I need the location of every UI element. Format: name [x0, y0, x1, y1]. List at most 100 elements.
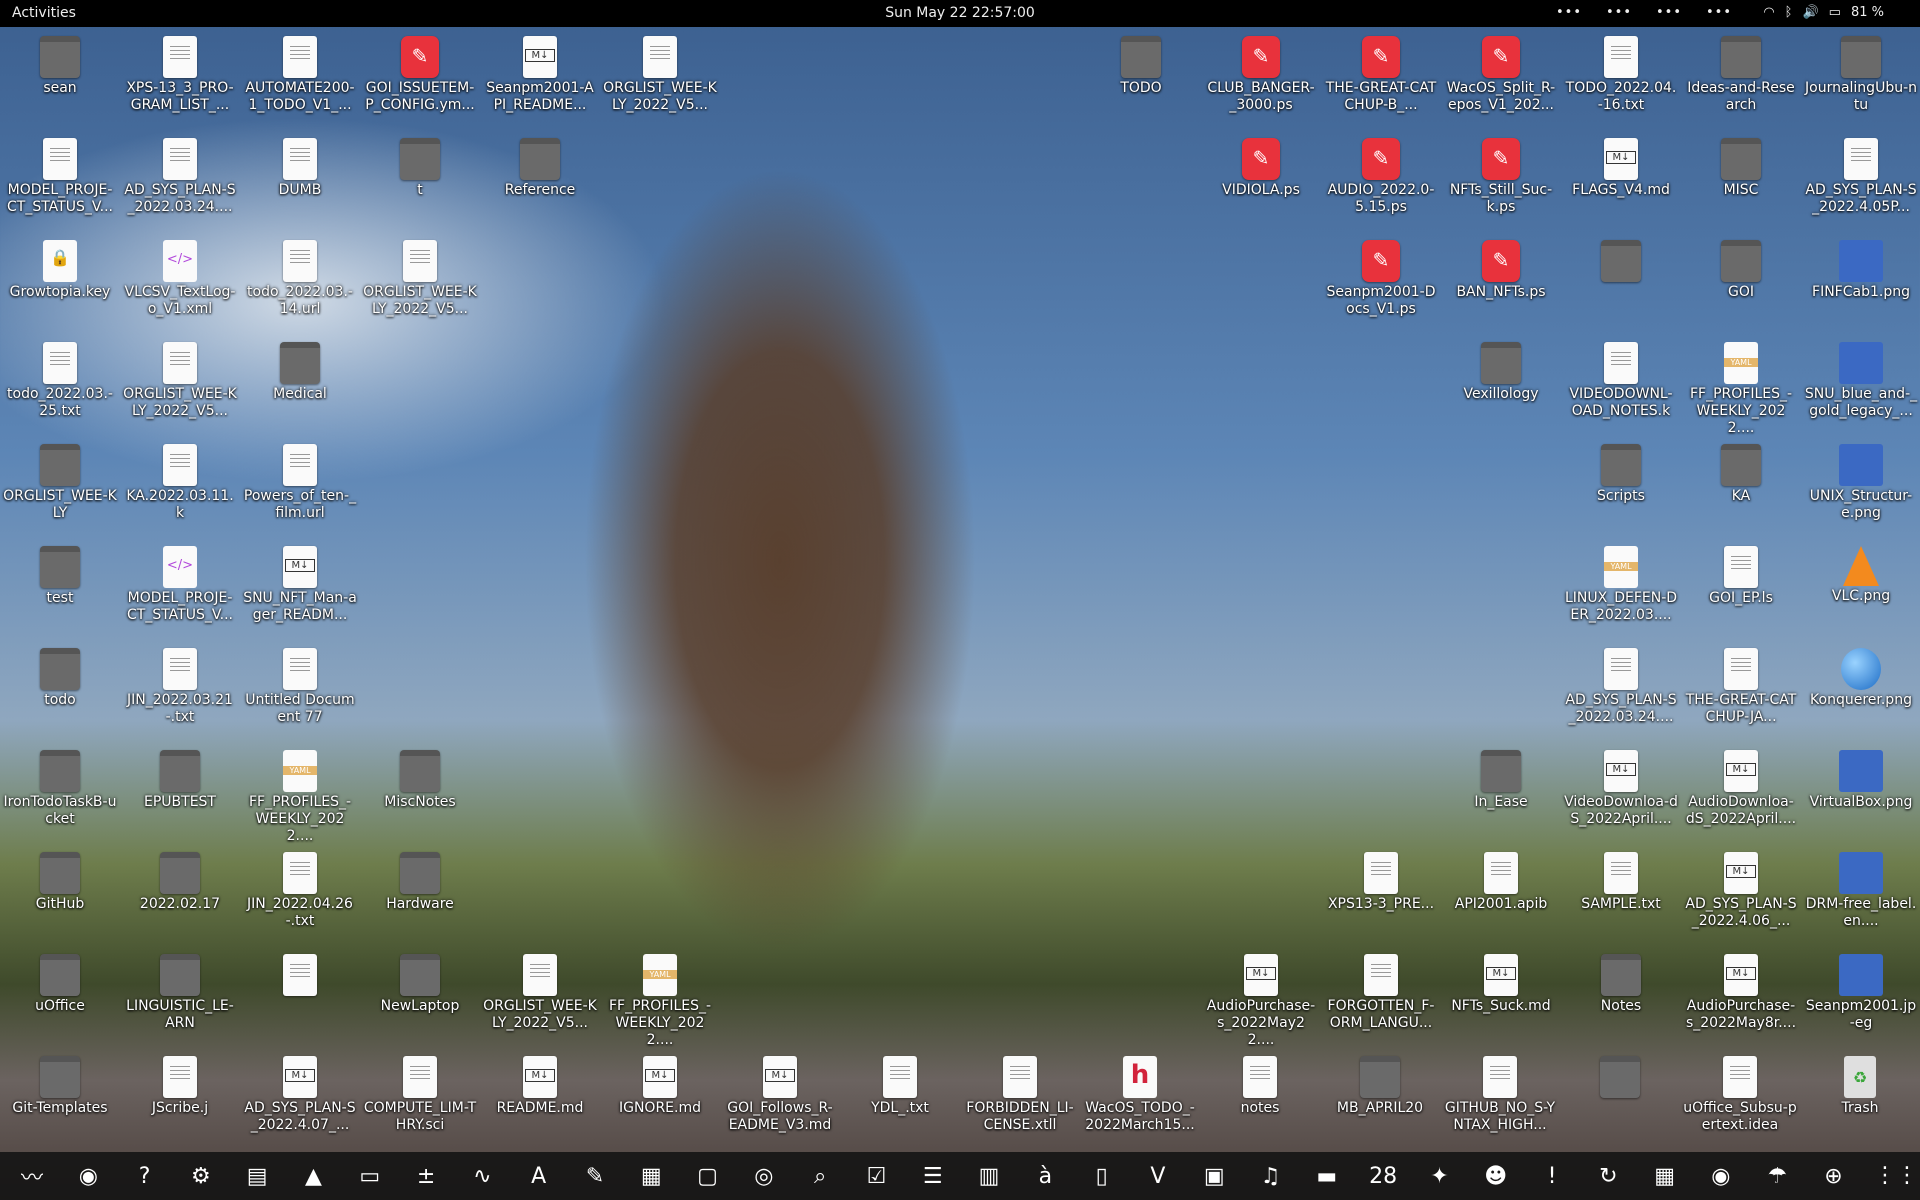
desktop-icon[interactable]: notes: [1203, 1050, 1317, 1117]
desktop-icon[interactable]: VLC.png: [1804, 540, 1918, 605]
desktop-icon[interactable]: Konquerer.png: [1804, 642, 1918, 709]
desktop-icon[interactable]: AD_SYS_PLAN-S_2022.4.06_...: [1684, 846, 1798, 930]
desktop-icon[interactable]: sean: [3, 30, 117, 97]
screenshot-icon[interactable]: ▣: [1190, 1154, 1238, 1198]
calculator-icon[interactable]: ±: [402, 1154, 450, 1198]
files-icon[interactable]: ▢: [684, 1154, 732, 1198]
desktop-icon[interactable]: FINFCab1.png: [1804, 234, 1918, 301]
desktop-icon[interactable]: Ideas-and-Research: [1684, 30, 1798, 114]
desktop-icon[interactable]: uOffice: [3, 948, 117, 1015]
desktop-icon[interactable]: COMPUTE_LIM-THRY.sci: [363, 1050, 477, 1134]
desktop-icon[interactable]: Trash: [1803, 1050, 1917, 1117]
desktop-icon[interactable]: Notes: [1564, 948, 1678, 1015]
document-viewer-icon[interactable]: ▤: [233, 1154, 281, 1198]
desktop-icon[interactable]: THE-GREAT-CATCHUP-B_...: [1324, 30, 1438, 114]
indicator-1[interactable]: •••: [1556, 5, 1582, 20]
desktop-icon[interactable]: Git-Templates: [3, 1050, 117, 1117]
indicator-3[interactable]: •••: [1656, 5, 1682, 20]
gimp-icon[interactable]: ✦: [1415, 1154, 1463, 1198]
desktop-icon[interactable]: Growtopia.key: [3, 234, 117, 301]
desktop-icon[interactable]: API2001.apib: [1444, 846, 1558, 913]
calc-icon[interactable]: ▦: [627, 1154, 675, 1198]
desktop-icon[interactable]: IronTodoTaskB-ucket: [3, 744, 117, 828]
desktop-icon[interactable]: XPS-13_3_PRO-GRAM_LIST_...: [123, 30, 237, 114]
desktop-icon[interactable]: GitHub: [3, 846, 117, 913]
desktop-icon[interactable]: JScribe.j: [123, 1050, 237, 1117]
desktop-icon[interactable]: DUMB: [243, 132, 357, 199]
spreadsheet-icon[interactable]: ▦: [1641, 1154, 1689, 1198]
desktop-icon[interactable]: VIDEODOWNL-OAD_NOTES.k: [1564, 336, 1678, 420]
desktop-icon[interactable]: EPUBTEST: [123, 744, 237, 811]
desktop-icon[interactable]: AD_SYS_PLAN-S_2022.4.07_...: [243, 1050, 357, 1134]
desktop-icon[interactable]: KA: [1684, 438, 1798, 505]
desktop-icon[interactable]: Untitled Document 77: [243, 642, 357, 726]
desktop-icon[interactable]: In_Ease: [1444, 744, 1558, 811]
desktop-icon[interactable]: ORGLIST_WEE-KLY_2022_V5...: [123, 336, 237, 420]
desktop-icon[interactable]: CLUB_BANGER-_3000.ps: [1204, 30, 1318, 114]
desktop-icon[interactable]: XPS13-3_PRE...: [1324, 846, 1438, 913]
desktop-icon[interactable]: THE-GREAT-CATCHUP-JA...: [1684, 642, 1798, 726]
desktop-icon[interactable]: Hardware: [363, 846, 477, 913]
disks-icon[interactable]: ◎: [740, 1154, 788, 1198]
calendar-icon[interactable]: 28: [1359, 1154, 1407, 1198]
help-icon[interactable]: ?: [121, 1154, 169, 1198]
desktop-icon[interactable]: uOffice_Subsu-pertext.idea: [1683, 1050, 1797, 1134]
desktop-icon[interactable]: NFTs_Suck.md: [1444, 948, 1558, 1015]
desktop-icon[interactable]: FF_PROFILES_-WEEKLY_2022....: [1684, 336, 1798, 437]
desktop-icon[interactable]: test: [3, 540, 117, 607]
app-center-icon[interactable]: ⊕: [1810, 1154, 1858, 1198]
updater-icon[interactable]: ↻: [1584, 1154, 1632, 1198]
desktop-icon[interactable]: AudioPurchase-s_2022May8r....: [1684, 948, 1798, 1032]
desktop-icon[interactable]: NFTs_Still_Suc-k.ps: [1444, 132, 1558, 216]
desktop-icon[interactable]: MODEL_PROJE-CT_STATUS_V...: [123, 540, 237, 624]
character-map-icon[interactable]: à: [1021, 1154, 1069, 1198]
desktop-icon[interactable]: WacOS_Split_R-epos_V1_202...: [1444, 30, 1558, 114]
desktop-icon[interactable]: README.md: [483, 1050, 597, 1117]
activities-button[interactable]: Activities: [12, 5, 76, 21]
webcam-icon[interactable]: ◉: [1697, 1154, 1745, 1198]
desktop-icon[interactable]: AD_SYS_PLAN-S_2022.4.05P...: [1804, 132, 1918, 216]
ebook-reader-icon[interactable]: ☰: [909, 1154, 957, 1198]
desktop-icon[interactable]: FF_PROFILES_-WEEKLY_2022....: [243, 744, 357, 845]
scanner-icon[interactable]: ▥: [965, 1154, 1013, 1198]
desktop-icon[interactable]: FF_PROFILES_-WEEKLY_2022....: [603, 948, 717, 1049]
desktop-icon[interactable]: Seanpm2001-API_README...: [483, 30, 597, 114]
desktop-icon[interactable]: AudioPurchase-s_2022May22....: [1204, 948, 1318, 1049]
pdf-viewer-icon[interactable]: ▬: [1303, 1154, 1351, 1198]
desktop-icon[interactable]: SNU_NFT_Man-ager_READM...: [243, 540, 357, 624]
desktop-icon[interactable]: todo_2022.03.-25.txt: [3, 336, 117, 420]
desktop-icon[interactable]: Reference: [483, 132, 597, 199]
desktop-icon[interactable]: Powers_of_ten-_film.url: [243, 438, 357, 522]
desktop-icon[interactable]: 2022.02.17: [123, 846, 237, 913]
desktop-icon[interactable]: TODO: [1084, 30, 1198, 97]
audio-editor-icon[interactable]: ∿: [458, 1154, 506, 1198]
desktop-icon[interactable]: VirtualBox.png: [1804, 744, 1918, 811]
desktop-icon[interactable]: IGNORE.md: [603, 1050, 717, 1117]
desktop-icon[interactable]: WacOS_TODO_-2022March15...: [1083, 1050, 1197, 1134]
tasks-icon[interactable]: ☑: [852, 1154, 900, 1198]
desktop-icon[interactable]: [1563, 1050, 1677, 1100]
desktop-icon[interactable]: FORGOTTEN_F-ORM_LANGU...: [1324, 948, 1438, 1032]
desktop-icon[interactable]: AudioDownloa-dS_2022April....: [1684, 744, 1798, 828]
clock[interactable]: Sun May 22 22:57:00: [885, 5, 1035, 21]
desktop-icon[interactable]: Seanpm2001-Docs_V1.ps: [1324, 234, 1438, 318]
desktop-icon[interactable]: GITHUB_NO_S-YNTAX_HIGH...: [1443, 1050, 1557, 1134]
desktop-icon[interactable]: UNIX_Structur-e.png: [1804, 438, 1918, 522]
desktop-icon[interactable]: LINUX_DEFEN-DER_2022.03....: [1564, 540, 1678, 624]
desktop-icon[interactable]: ORGLIST_WEE-KLY: [3, 438, 117, 522]
desktop-icon[interactable]: AUDIO_2022.0-5.15.ps: [1324, 132, 1438, 216]
desktop-icon[interactable]: VIDIOLA.ps: [1204, 132, 1318, 199]
desktop-icon[interactable]: Vexillology: [1444, 336, 1558, 403]
desktop-icon[interactable]: MISC: [1684, 132, 1798, 199]
desktop-icon[interactable]: AD_SYS_PLAN-S_2022.03.24....: [1564, 642, 1678, 726]
desktop-icon[interactable]: t: [363, 132, 477, 199]
desktop-icon[interactable]: todo_2022.03.-14.url: [243, 234, 357, 318]
music-icon[interactable]: ♫: [1247, 1154, 1295, 1198]
desktop-icon[interactable]: SAMPLE.txt: [1564, 846, 1678, 913]
image-viewer-icon[interactable]: ⌕: [796, 1154, 844, 1198]
desktop-icon[interactable]: MiscNotes: [363, 744, 477, 811]
desktop-icon[interactable]: NewLaptop: [363, 948, 477, 1015]
archive-manager-icon[interactable]: ▯: [1078, 1154, 1126, 1198]
desktop-icon[interactable]: MB_APRIL20: [1323, 1050, 1437, 1117]
desktop-icon[interactable]: JIN_2022.04.26-.txt: [243, 846, 357, 930]
